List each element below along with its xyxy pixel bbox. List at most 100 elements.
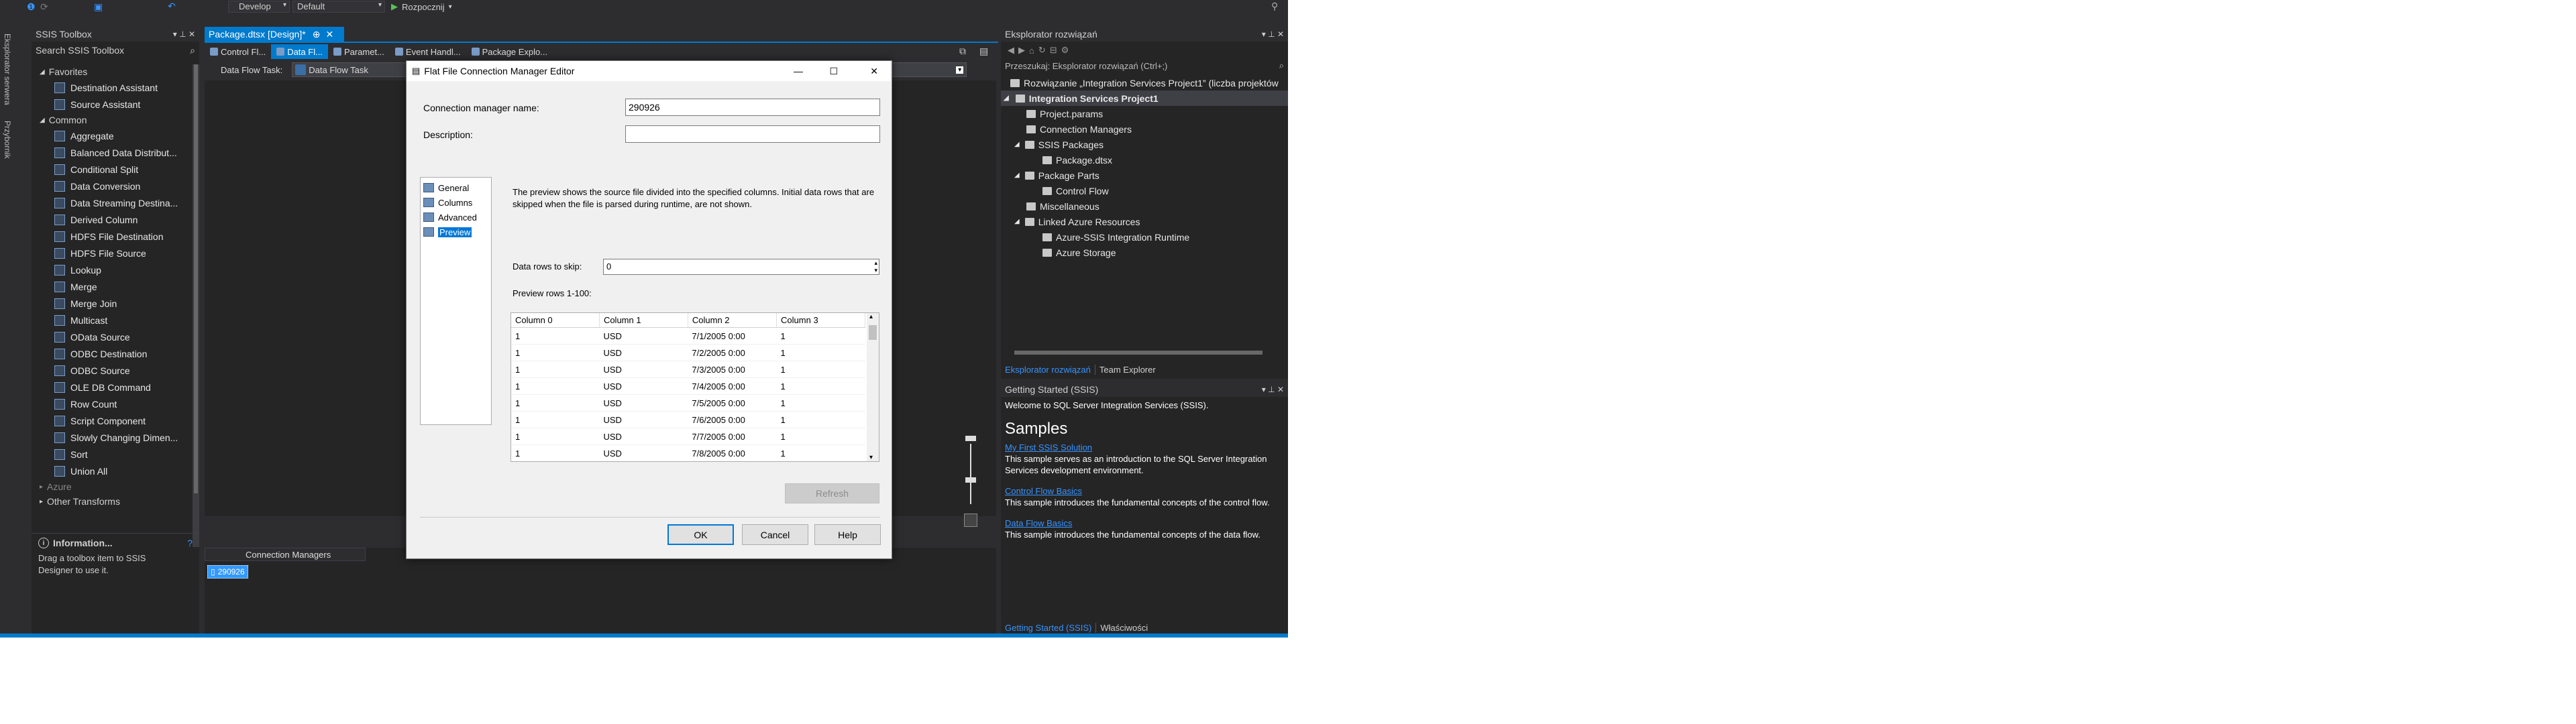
toolbox-item[interactable]: Lookup xyxy=(32,261,193,278)
tab-properties[interactable]: Właściwości xyxy=(1095,622,1152,633)
zoom-thumb[interactable] xyxy=(965,477,976,483)
grid-scrollbar[interactable]: ▴ ▾ xyxy=(867,313,879,461)
toolbox-search-bar[interactable]: Search SSIS Toolbox ⌕ xyxy=(32,43,199,58)
toolbox-item[interactable]: Data Streaming Destina... xyxy=(32,194,193,211)
toolbox-item[interactable]: Sort xyxy=(32,446,193,463)
toolbox-item[interactable]: HDFS File Source xyxy=(32,245,193,261)
tree-project[interactable]: ◢ Integration Services Project1 xyxy=(1001,90,1288,106)
toolbox-item[interactable]: Balanced Data Distribut... xyxy=(32,144,193,161)
grid-column-header[interactable]: Column 1 xyxy=(599,313,688,328)
side-tab-server-explorer[interactable]: Eksplorator serwera xyxy=(0,34,12,105)
sample-link[interactable]: Control Flow Basics xyxy=(1005,485,1284,497)
solution-search[interactable]: Przeszukaj: Eksplorator rozwiązań (Ctrl+… xyxy=(1001,59,1288,72)
toolbox-item[interactable]: HDFS File Destination xyxy=(32,228,193,245)
document-tab[interactable]: Package.dtsx [Design]* ⊕ ✕ xyxy=(205,27,344,42)
pin-icon[interactable]: ⊥ xyxy=(1268,385,1275,394)
toolbox-item[interactable]: Derived Column xyxy=(32,211,193,228)
help-icon[interactable]: ? xyxy=(187,538,193,548)
spinner-arrows-icon[interactable]: ▴ ▾ xyxy=(874,259,877,274)
table-row[interactable]: 1 USD 7/7/2005 0:00 1 xyxy=(511,428,865,445)
toolbox-item[interactable]: Source Assistant xyxy=(32,96,193,113)
tree-item[interactable]: ◢ SSIS Packages xyxy=(1001,137,1288,152)
dialog-nav-item[interactable]: Advanced xyxy=(423,210,491,225)
pin-icon[interactable]: ⊕ xyxy=(313,29,321,40)
designer-tab[interactable]: Control Fl... xyxy=(205,44,271,59)
sample-link[interactable]: Data Flow Basics xyxy=(1005,518,1284,529)
toolbox-item[interactable]: Row Count xyxy=(32,396,193,412)
group-favorites[interactable]: ◢ Favorites xyxy=(32,64,193,79)
back-icon[interactable]: ❶ xyxy=(27,1,36,13)
group-azure[interactable]: ▸ Azure xyxy=(32,479,193,494)
toolbox-item[interactable]: OLE DB Command xyxy=(32,379,193,396)
forward-icon[interactable]: ⟳ xyxy=(40,1,48,13)
grid-column-header[interactable]: Column 0 xyxy=(511,313,600,328)
save-icon[interactable]: ▣ xyxy=(94,1,103,13)
tab-getting-started[interactable]: Getting Started (SSIS) xyxy=(1001,623,1095,633)
start-button[interactable]: ▶ Rozpocznij ▾ xyxy=(391,0,452,13)
toolbox-item[interactable]: Aggregate xyxy=(32,127,193,144)
platform-select[interactable]: Default ▾ xyxy=(292,1,385,13)
minimize-icon[interactable]: — xyxy=(794,66,803,76)
collapse-icon[interactable]: ⊟ xyxy=(1050,45,1061,56)
connection-managers-tab[interactable]: Connection Managers xyxy=(205,548,366,561)
toolbox-item[interactable]: OData Source xyxy=(32,328,193,345)
zoom-slider[interactable] xyxy=(963,436,979,530)
toolbox-item[interactable]: Merge xyxy=(32,278,193,295)
search-icon[interactable]: ⌕ xyxy=(1279,60,1284,71)
maximize-icon[interactable]: ☐ xyxy=(829,66,838,77)
scroll-up-icon[interactable]: ▴ xyxy=(869,313,873,320)
dialog-nav-item[interactable]: General xyxy=(423,180,491,195)
group-common[interactable]: ◢ Common xyxy=(32,113,193,127)
table-row[interactable]: 1 USD 7/2/2005 0:00 1 xyxy=(511,344,865,361)
designer-tab[interactable]: Package Explo... xyxy=(466,44,553,59)
variables-icon[interactable]: ▤ xyxy=(979,46,988,57)
designer-tab[interactable]: Paramet... xyxy=(328,44,390,59)
refresh-button[interactable]: Refresh xyxy=(785,483,879,503)
close-icon[interactable]: ✕ xyxy=(325,29,333,40)
toolbox-item[interactable]: ODBC Source xyxy=(32,362,193,379)
toolbox-item[interactable]: ODBC Destination xyxy=(32,345,193,362)
tree-solution-root[interactable]: Rozwiązanie „Integration Services Projec… xyxy=(1001,75,1288,90)
dropdown-icon[interactable]: ▾ xyxy=(1262,29,1266,39)
toolbox-item[interactable]: Multicast xyxy=(32,312,193,328)
undo-icon[interactable]: ↶ xyxy=(168,1,176,12)
toolbox-scrollbar[interactable] xyxy=(193,64,199,547)
cancel-button[interactable]: Cancel xyxy=(742,524,808,545)
skip-rows-spinner[interactable]: 0 ▴ ▾ xyxy=(603,259,879,275)
solution-search-input[interactable]: Przeszukaj: Eksplorator rozwiązań (Ctrl+… xyxy=(1005,61,1167,71)
close-icon[interactable]: ✕ xyxy=(189,29,195,39)
toolbox-item[interactable]: Slowly Changing Dimen... xyxy=(32,429,193,446)
connection-name-input[interactable] xyxy=(625,99,880,116)
toolbox-item[interactable]: Merge Join xyxy=(32,295,193,312)
tree-item[interactable]: Miscellaneous xyxy=(1001,198,1288,214)
back-icon[interactable]: ◀ xyxy=(1008,45,1018,56)
grid-scroll-thumb[interactable] xyxy=(869,325,877,340)
settings-icon[interactable]: ⚙ xyxy=(1061,45,1073,56)
home-icon[interactable]: ⌂ xyxy=(1029,46,1038,56)
close-icon[interactable]: ✕ xyxy=(1277,385,1284,394)
dropdown-icon[interactable]: ▾ xyxy=(173,29,177,39)
table-row[interactable]: 1 USD 7/8/2005 0:00 1 xyxy=(511,444,865,461)
config-select[interactable]: Develop ▾ xyxy=(228,1,290,13)
designer-tab[interactable]: Data Fl... xyxy=(271,44,328,59)
tree-item[interactable]: Control Flow xyxy=(1001,183,1288,198)
designer-tab[interactable]: Event Handl... xyxy=(390,44,466,59)
preview-grid[interactable]: Column 0 Column 1 Column 2 Column 3 1 USD 7/1… xyxy=(511,312,879,462)
search-icon[interactable]: ⌕ xyxy=(190,45,195,56)
feedback-icon[interactable]: ⚲ xyxy=(1271,1,1278,12)
refresh-icon[interactable]: ↻ xyxy=(1038,45,1050,56)
close-icon[interactable]: ✕ xyxy=(870,66,878,77)
tree-item[interactable]: ◢ Linked Azure Resources xyxy=(1001,214,1288,229)
tree-item[interactable]: Azure-SSIS Integration Runtime xyxy=(1001,229,1288,245)
sample-link[interactable]: My First SSIS Solution xyxy=(1005,442,1284,453)
fit-view-icon[interactable] xyxy=(964,514,977,527)
help-button[interactable]: Help xyxy=(814,524,881,545)
dialog-nav-item[interactable]: Columns xyxy=(423,195,491,210)
zoom-icon[interactable]: ⧉ xyxy=(959,46,966,57)
side-tab-toolbox[interactable]: Przybornik xyxy=(0,121,12,159)
pin-icon[interactable]: ⊥ xyxy=(179,29,186,39)
toolbox-item[interactable]: Union All xyxy=(32,463,193,479)
toolbox-item[interactable]: Destination Assistant xyxy=(32,79,193,96)
pin-icon[interactable]: ⊥ xyxy=(1268,29,1275,39)
ok-button[interactable]: OK xyxy=(667,524,734,545)
